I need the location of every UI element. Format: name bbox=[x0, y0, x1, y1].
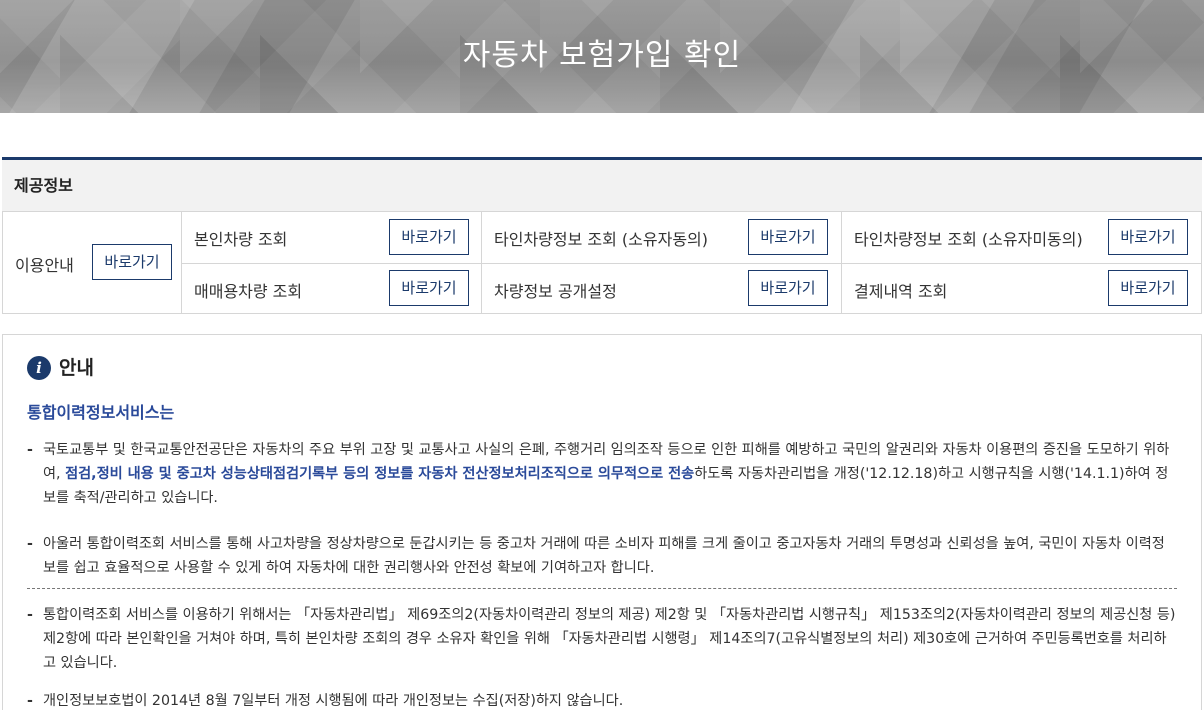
disclosure-settings-label: 차량정보 공개설정 bbox=[494, 282, 617, 301]
notice-item-1: - 국토교통부 및 한국교통안전공단은 자동차의 주요 부위 고장 및 교통사고… bbox=[27, 438, 1177, 510]
other-vehicle-no-consent-go-button[interactable]: 바로가기 bbox=[1108, 219, 1188, 255]
sale-vehicle-go-button[interactable]: 바로가기 bbox=[389, 270, 469, 306]
notice-item-1-bold: 점검,정비 내용 및 중고차 성능상태점검기록부 등의 정보를 자동차 전산정보… bbox=[65, 466, 695, 482]
notice-item-4: - 개인정보보호법이 2014년 8월 7일부터 개정 시행됨에 따라 개인정보… bbox=[27, 689, 1177, 710]
dash-bullet: - bbox=[27, 442, 33, 458]
cell-other-vehicle-consent: 타인차량정보 조회 (소유자동의) 바로가기 bbox=[482, 212, 842, 263]
notice-box: i 안내 통합이력정보서비스는 - 국토교통부 및 한국교통안전공단은 자동차의… bbox=[2, 334, 1202, 710]
provided-info-body: 이용안내 바로가기 본인차량 조회 바로가기 타인차량정보 조회 (소유자동의)… bbox=[2, 212, 1202, 314]
usage-label: 이용안내 bbox=[15, 256, 74, 275]
notice-item-4-text: 개인정보보호법이 2014년 8월 7일부터 개정 시행됨에 따라 개인정보는 … bbox=[43, 693, 624, 709]
provided-info-table: 제공정보 이용안내 바로가기 본인차량 조회 바로가기 타인차량정보 조회 (소… bbox=[2, 157, 1202, 314]
cell-own-vehicle: 본인차량 조회 바로가기 bbox=[182, 212, 482, 263]
other-vehicle-no-consent-label: 타인차량정보 조회 (소유자미동의) bbox=[854, 230, 1083, 249]
payment-history-label: 결제내역 조회 bbox=[854, 282, 948, 301]
sale-vehicle-label: 매매용차량 조회 bbox=[194, 282, 303, 301]
other-vehicle-consent-label: 타인차량정보 조회 (소유자동의) bbox=[494, 230, 709, 249]
page-title: 자동차 보험가입 확인 bbox=[462, 38, 742, 73]
notice-item-3: - 통합이력조회 서비스를 이용하기 위해서는 「자동차관리법」 제69조의2(… bbox=[27, 603, 1177, 675]
notice-items: - 국토교통부 및 한국교통안전공단은 자동차의 주요 부위 고장 및 교통사고… bbox=[27, 438, 1177, 710]
own-vehicle-go-button[interactable]: 바로가기 bbox=[389, 219, 469, 255]
service-title: 통합이력정보서비스는 bbox=[27, 403, 175, 422]
own-vehicle-label: 본인차량 조회 bbox=[194, 230, 288, 249]
usage-go-button[interactable]: 바로가기 bbox=[92, 244, 172, 280]
dashed-divider bbox=[27, 588, 1177, 589]
cell-other-vehicle-no-consent: 타인차량정보 조회 (소유자미동의) 바로가기 bbox=[842, 212, 1202, 263]
info-icon: i bbox=[27, 356, 51, 380]
notice-item-2-text: 아울러 통합이력조회 서비스를 통해 사고차량을 정상차량으로 둔갑시키는 등 … bbox=[43, 536, 1165, 576]
payment-history-go-button[interactable]: 바로가기 bbox=[1108, 270, 1188, 306]
disclosure-settings-go-button[interactable]: 바로가기 bbox=[748, 270, 828, 306]
other-vehicle-consent-go-button[interactable]: 바로가기 bbox=[748, 219, 828, 255]
cell-sale-vehicle: 매매용차량 조회 바로가기 bbox=[182, 263, 482, 314]
provided-info-heading: 제공정보 bbox=[2, 160, 1202, 212]
dash-bullet: - bbox=[27, 607, 33, 623]
notice-item-3-text: 통합이력조회 서비스를 이용하기 위해서는 「자동차관리법」 제69조의2(자동… bbox=[43, 607, 1176, 671]
dash-bullet: - bbox=[27, 536, 33, 552]
usage-cell: 이용안내 바로가기 bbox=[2, 212, 182, 314]
dash-bullet: - bbox=[27, 693, 33, 709]
cell-disclosure-settings: 차량정보 공개설정 바로가기 bbox=[482, 263, 842, 314]
notice-title-text: 안내 bbox=[59, 357, 94, 379]
cell-payment-history: 결제내역 조회 바로가기 bbox=[842, 263, 1202, 314]
notice-item-2: - 아울러 통합이력조회 서비스를 통해 사고차량을 정상차량으로 둔갑시키는 … bbox=[27, 532, 1177, 580]
page-banner: 자동차 보험가입 확인 bbox=[0, 0, 1204, 113]
